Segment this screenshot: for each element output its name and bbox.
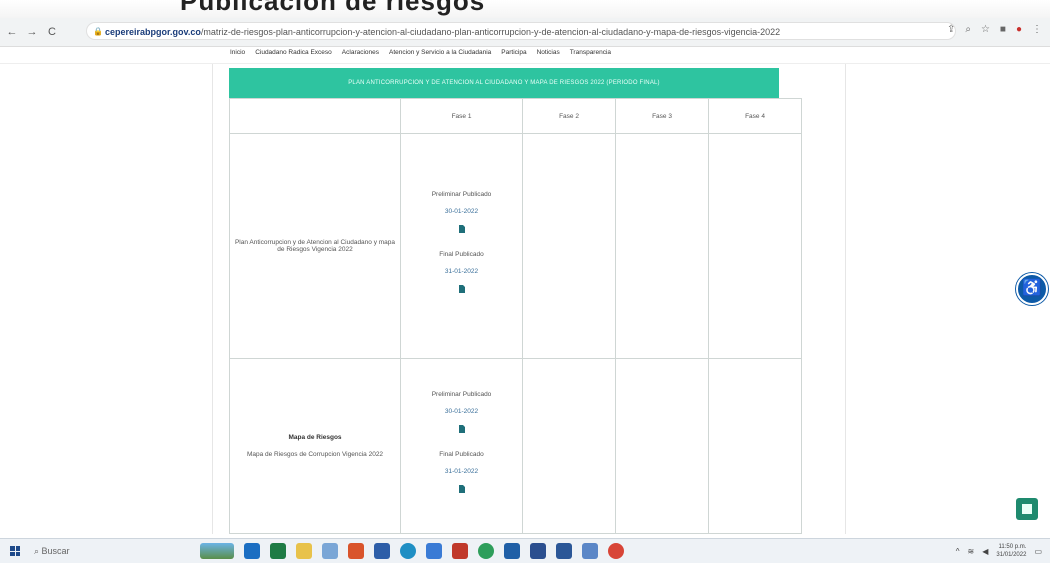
folder-icon[interactable]	[296, 543, 312, 559]
fase2-cell	[522, 358, 616, 534]
document-icon[interactable]	[458, 425, 465, 433]
back-button[interactable]: ←	[4, 26, 20, 38]
start-button[interactable]	[10, 546, 20, 556]
cut-off-heading: Publicación de riesgos	[0, 0, 1050, 20]
word-icon[interactable]	[556, 543, 572, 559]
forward-button[interactable]: →	[24, 26, 40, 38]
fase4-cell	[708, 358, 802, 534]
column-header: Fase 4	[708, 98, 802, 134]
table-title: PLAN ANTICORRUPCION Y DE ATENCION AL CIU…	[229, 68, 779, 98]
bookmark-star-icon[interactable]: ☆	[981, 24, 990, 35]
windows-taskbar: ⌕ Buscar ^ ≋ ◀ 11:50 p.m. 31/01/2022 ▭	[0, 538, 1050, 563]
fase4-cell	[708, 133, 802, 359]
site-nav-item[interactable]: Atencion y Servicio a la Ciudadania	[389, 49, 491, 56]
reload-button[interactable]: C	[44, 26, 60, 38]
site-nav-item[interactable]: Aclaraciones	[342, 49, 379, 56]
site-navigation: Inicio Ciudadano Radica Exceso Aclaracione…	[0, 47, 1050, 64]
fase3-cell	[615, 358, 709, 534]
menu-icon[interactable]: ⋮	[1032, 24, 1042, 35]
outlook-icon[interactable]	[244, 543, 260, 559]
chrome-icon[interactable]	[608, 543, 624, 559]
publication-date: 30-01-2022	[444, 208, 479, 215]
app-icon[interactable]	[504, 543, 520, 559]
image-icon[interactable]	[322, 543, 338, 559]
url-path: /matriz-de-riesgos-plan-anticorrupcion-y…	[200, 27, 781, 37]
divider	[845, 64, 846, 534]
system-tray: ^ ≋ ◀ 11:50 p.m. 31/01/2022 ▭	[956, 543, 1042, 559]
site-nav-item[interactable]: Ciudadano Radica Exceso	[255, 49, 332, 56]
column-header	[229, 98, 401, 134]
table-row: Mapa de Riesgos Mapa de Riesgos de Corru…	[229, 358, 802, 534]
extension-icon[interactable]: ■	[1000, 24, 1006, 35]
taskbar-apps	[200, 543, 624, 559]
publication-label: Final Publicado	[439, 451, 484, 458]
url-host: cepereirabpgor.gov.co	[105, 27, 201, 37]
browser-toolbar: ← → C 🔒 cepereirabpgor.gov.co/matriz-de-…	[0, 18, 1050, 47]
app-icon[interactable]	[530, 543, 546, 559]
profile-icon[interactable]: ●	[1016, 24, 1022, 35]
clock[interactable]: 11:50 p.m. 31/01/2022	[996, 543, 1026, 559]
app-icon[interactable]	[582, 543, 598, 559]
row-title: Mapa de Riesgos	[288, 434, 342, 441]
accessibility-icon[interactable]: ♿	[1016, 273, 1048, 305]
browser-actions: ⇪ ⌕ ☆ ■ ● ⋮	[947, 24, 1042, 35]
column-header: Fase 3	[615, 98, 709, 134]
clock-time: 11:50 p.m.	[998, 544, 1027, 550]
fase3-cell	[615, 133, 709, 359]
app-icon[interactable]	[452, 543, 468, 559]
fase1-cell: Preliminar Publicado 30-01-2022 Final Pu…	[400, 358, 523, 534]
address-bar[interactable]: 🔒 cepereirabpgor.gov.co/matriz-de-riesgo…	[86, 22, 956, 40]
row-description-cell: Mapa de Riesgos Mapa de Riesgos de Corru…	[229, 358, 401, 534]
security-icon[interactable]	[426, 543, 442, 559]
floating-action-button[interactable]	[1016, 498, 1038, 520]
app-icon[interactable]	[374, 543, 390, 559]
divider	[212, 64, 213, 534]
notification-icon[interactable]: ▭	[1034, 547, 1042, 556]
site-nav-item[interactable]: Transparencia	[570, 49, 611, 56]
row-description: Mapa de Riesgos de Corrupcion Vigencia 2…	[246, 451, 384, 458]
fase2-cell	[522, 133, 616, 359]
chevron-up-icon[interactable]: ^	[956, 547, 960, 556]
zoom-icon[interactable]: ⌕	[965, 24, 971, 35]
publication-label: Final Publicado	[439, 251, 484, 258]
publication-label: Preliminar Publicado	[431, 191, 492, 198]
publication-date: 31-01-2022	[444, 268, 479, 275]
column-header: Fase 1	[400, 98, 523, 134]
publication-label: Preliminar Publicado	[431, 391, 492, 398]
search-label: Buscar	[41, 545, 70, 556]
landscape-icon[interactable]	[200, 543, 234, 559]
volume-icon[interactable]: ◀	[982, 547, 988, 556]
app-icon[interactable]	[348, 543, 364, 559]
clock-date: 31/01/2022	[996, 552, 1027, 558]
site-nav-item[interactable]: Noticias	[537, 49, 560, 56]
network-icon[interactable]: ≋	[968, 547, 975, 556]
taskbar-search[interactable]: ⌕ Buscar	[34, 546, 70, 557]
document-icon[interactable]	[458, 285, 465, 293]
row-description: Plan Anticorrupcion y de Atencion al Ciu…	[229, 133, 401, 359]
chrome-icon[interactable]	[478, 543, 494, 559]
document-icon[interactable]	[458, 485, 465, 493]
edge-icon[interactable]	[400, 543, 416, 559]
excel-icon[interactable]	[270, 543, 286, 559]
fase1-cell: Preliminar Publicado 30-01-2022 Final Pu…	[400, 133, 523, 359]
plan-table: PLAN ANTICORRUPCION Y DE ATENCION AL CIU…	[229, 68, 802, 534]
publication-date: 31-01-2022	[444, 468, 479, 475]
share-icon[interactable]: ⇪	[947, 24, 955, 35]
column-header: Fase 2	[522, 98, 616, 134]
site-nav-item[interactable]: Inicio	[230, 49, 245, 56]
table-row: Plan Anticorrupcion y de Atencion al Ciu…	[229, 133, 802, 359]
lock-icon: 🔒	[93, 27, 103, 36]
publication-date: 30-01-2022	[444, 408, 479, 415]
document-icon[interactable]	[458, 225, 465, 233]
site-nav-item[interactable]: Participa	[501, 49, 526, 56]
